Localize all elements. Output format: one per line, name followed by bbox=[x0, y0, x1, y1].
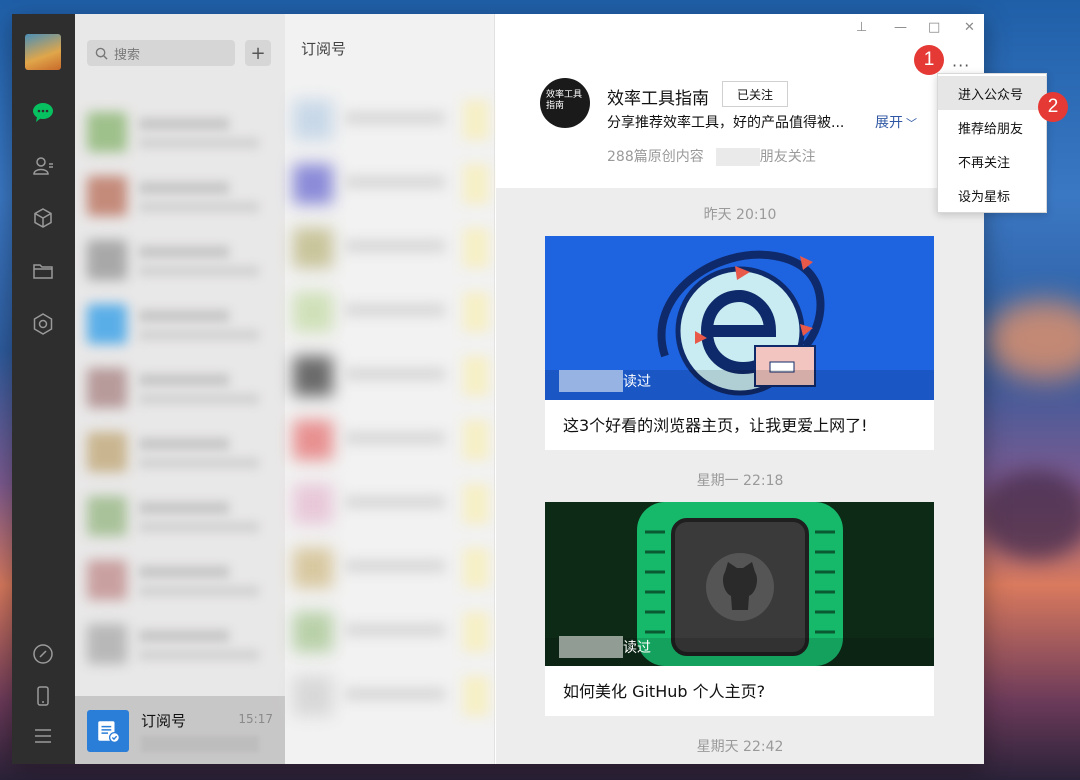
feed-date: 昨天 20:10 bbox=[703, 207, 777, 223]
chat-list: 搜索 + 订阅号 15:17 bbox=[75, 14, 285, 764]
account-stats: 288篇原创内容 朋友关注 bbox=[607, 146, 816, 166]
feed-date: 星期天 22:42 bbox=[696, 739, 784, 755]
user-avatar[interactable] bbox=[25, 34, 61, 70]
menu-item-unfollow[interactable]: 不再关注 bbox=[938, 144, 1046, 178]
read-indicator: 读过 bbox=[559, 370, 651, 392]
list-item[interactable] bbox=[75, 164, 285, 228]
article-card[interactable]: 读过 这3个好看的浏览器主页，让我更爱上网了! bbox=[545, 236, 934, 450]
phone-icon[interactable] bbox=[31, 684, 55, 708]
list-item[interactable] bbox=[293, 474, 489, 536]
add-button[interactable]: + bbox=[245, 40, 271, 66]
redacted-friends bbox=[559, 636, 623, 658]
list-item[interactable] bbox=[293, 218, 489, 280]
search-placeholder: 搜索 bbox=[114, 47, 141, 63]
original-count: 288篇原创内容 bbox=[607, 149, 704, 165]
article-title: 如何美化 GitHub 个人主页? bbox=[563, 682, 766, 701]
article-title: 这3个好看的浏览器主页，让我更爱上网了! bbox=[563, 416, 868, 435]
more-menu: 进入公众号 推荐给朋友 不再关注 设为星标 bbox=[937, 73, 1047, 213]
list-item[interactable] bbox=[293, 90, 489, 152]
account-description: 分享推荐效率工具，好的产品值得被... bbox=[607, 115, 845, 131]
read-indicator: 读过 bbox=[559, 636, 651, 658]
friends-following: 朋友关注 bbox=[759, 149, 816, 165]
menu-item-star[interactable]: 设为星标 bbox=[938, 178, 1046, 212]
account-name: 效率工具指南 bbox=[607, 89, 709, 109]
redacted-friends bbox=[559, 370, 623, 392]
list-item[interactable] bbox=[75, 228, 285, 292]
list-item[interactable] bbox=[293, 410, 489, 472]
feed-date: 星期一 22:18 bbox=[696, 473, 784, 489]
contacts-icon[interactable] bbox=[31, 154, 55, 178]
minimize-button[interactable]: — bbox=[894, 20, 907, 35]
wechat-window: 搜索 + 订阅号 15:17 订阅号 ⊥ — □ ✕ 效率工具指南 效率工具指南… bbox=[12, 14, 984, 764]
expand-link[interactable]: 展开 ﹀ bbox=[875, 112, 917, 132]
link-icon[interactable] bbox=[31, 642, 55, 666]
account-panel: ⊥ — □ ✕ 效率工具指南 效率工具指南 已关注 分享推荐效率工具，好的产品值… bbox=[496, 14, 984, 764]
chat-icon[interactable] bbox=[31, 100, 55, 124]
article-card[interactable]: 读过 如何美化 GitHub 个人主页? bbox=[545, 502, 934, 716]
expand-label: 展开 bbox=[875, 115, 903, 131]
cube-icon[interactable] bbox=[31, 206, 55, 230]
step-badge-2: 2 bbox=[1038, 92, 1068, 122]
read-suffix: 读过 bbox=[623, 640, 651, 656]
column-title: 订阅号 bbox=[301, 40, 347, 58]
nav-rail bbox=[12, 14, 75, 764]
pin-icon[interactable]: ⊥ bbox=[856, 20, 867, 35]
article-cover: 读过 bbox=[545, 502, 934, 666]
wallpaper-cloud bbox=[980, 470, 1080, 560]
chat-item-time: 15:17 bbox=[238, 712, 273, 726]
chat-item-preview bbox=[141, 736, 259, 752]
search-icon bbox=[95, 47, 108, 60]
chat-item-subscriptions[interactable]: 订阅号 15:17 bbox=[75, 696, 285, 764]
list-item[interactable] bbox=[293, 282, 489, 344]
folder-icon[interactable] bbox=[31, 259, 55, 283]
mini-program-icon[interactable] bbox=[31, 312, 55, 336]
list-item[interactable] bbox=[75, 548, 285, 612]
list-item[interactable] bbox=[293, 154, 489, 216]
subscription-list: 订阅号 bbox=[285, 14, 495, 764]
list-item[interactable] bbox=[75, 420, 285, 484]
list-item[interactable] bbox=[293, 346, 489, 408]
menu-item-recommend[interactable]: 推荐给朋友 bbox=[938, 110, 1046, 144]
followed-button[interactable]: 已关注 bbox=[722, 81, 788, 107]
list-item[interactable] bbox=[293, 538, 489, 600]
redacted-count bbox=[715, 148, 760, 166]
menu-icon[interactable] bbox=[31, 724, 55, 748]
menu-item-enter-account[interactable]: 进入公众号 bbox=[938, 76, 1046, 110]
list-item[interactable] bbox=[75, 612, 285, 676]
chevron-down-icon: ﹀ bbox=[906, 117, 917, 130]
list-item[interactable] bbox=[75, 484, 285, 548]
subscription-icon bbox=[87, 710, 129, 752]
list-item[interactable] bbox=[293, 666, 489, 728]
list-item[interactable] bbox=[75, 292, 285, 356]
account-header: ⊥ — □ ✕ 效率工具指南 效率工具指南 已关注 分享推荐效率工具，好的产品值… bbox=[496, 14, 984, 188]
list-item[interactable] bbox=[293, 602, 489, 664]
chat-item-title: 订阅号 bbox=[141, 712, 187, 730]
close-button[interactable]: ✕ bbox=[964, 20, 975, 35]
maximize-button[interactable]: □ bbox=[928, 20, 940, 35]
step-badge-1: 1 bbox=[914, 45, 944, 75]
list-item[interactable] bbox=[75, 356, 285, 420]
article-cover: 读过 bbox=[545, 236, 934, 400]
wallpaper-cloud bbox=[985, 300, 1080, 380]
list-item[interactable] bbox=[75, 100, 285, 164]
search-input[interactable]: 搜索 bbox=[87, 40, 235, 66]
account-avatar[interactable]: 效率工具指南 bbox=[540, 78, 590, 128]
read-suffix: 读过 bbox=[623, 374, 651, 390]
